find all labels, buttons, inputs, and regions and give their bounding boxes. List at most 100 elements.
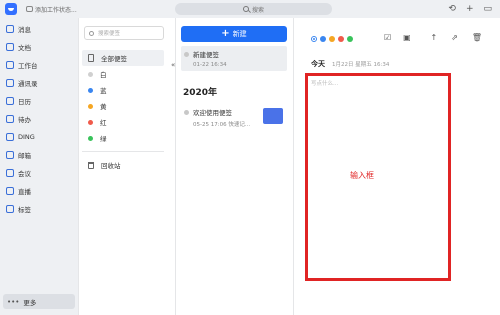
calendar-icon [6,97,14,105]
contacts-icon [6,79,14,87]
category-red[interactable]: 红 [82,114,164,130]
nav-label: 日历 [18,98,31,106]
nav-label: 标签 [18,206,31,214]
category-label: 红 [100,119,107,127]
color-dot-icon [88,135,93,141]
color-dot-icon [184,109,189,115]
nav-label: 工作台 [18,62,38,70]
category-white[interactable]: 白 [82,66,164,82]
nav-label: 邮箱 [18,152,31,160]
category-label: 回收站 [101,162,121,170]
tag-icon [6,205,14,213]
nav-item-live[interactable]: 直播 [0,182,78,200]
add-icon[interactable]: + [466,2,474,16]
nav-label: 通讯录 [18,80,38,88]
share-icon[interactable]: ⇗ [451,33,458,42]
title-bar: 添加工作状态... 搜索 ⟲ + ▭ [0,0,500,18]
color-option-blue[interactable] [311,36,317,42]
left-navigation: 消息 文档 工作台 通讯录 日历 待办 DING 邮箱 会议 直播 标签 •••… [0,18,78,315]
category-label: 黄 [100,103,107,111]
note-search-placeholder: 搜索便签 [98,31,121,37]
nav-item-ding[interactable]: DING [0,128,78,146]
category-label: 蓝 [100,87,107,95]
checkbox-icon[interactable]: ☑ [384,33,391,42]
app-logo-icon [5,3,17,15]
category-all[interactable]: 全部便签 [82,50,164,66]
history-icon[interactable]: ⟲ [448,2,456,16]
chat-bubble-icon [26,6,33,12]
note-thumbnail [263,108,283,124]
color-option-blue[interactable] [320,36,326,42]
ding-icon [6,133,14,141]
plus-icon: + [221,28,230,39]
color-dot-icon [88,87,93,93]
nav-item-calendar[interactable]: 日历 [0,92,78,110]
nav-more-button[interactable]: ••• 更多 [3,294,75,309]
color-picker [311,36,353,42]
new-note-button[interactable]: + 新建 [181,26,287,42]
year-heading: 2020年 [183,88,218,98]
category-trash[interactable]: 回收站 [82,157,164,173]
date-text: 1月22日 星期五 16:34 [332,62,390,68]
color-option-green[interactable] [347,36,353,42]
global-search-input[interactable]: 搜索 [175,3,332,15]
category-blue[interactable]: 蓝 [82,82,164,98]
color-dot-icon [88,119,93,125]
more-icon: ••• [7,297,20,306]
category-green[interactable]: 绿 [82,130,164,146]
note-meta: 01-22 16:34 [193,62,227,68]
nav-label: 待办 [18,116,31,124]
nav-label: 消息 [18,26,31,34]
note-editor: ☑ ▣ ↑ ⇗ 🗑 今天 1月22日 星期五 16:34 写点什么... 输入框 [293,18,500,315]
note-title: 欢迎使用便签 [193,109,232,117]
todo-icon [6,115,14,123]
nav-item-tags[interactable]: 标签 [0,200,78,218]
color-option-yellow[interactable] [329,36,335,42]
nav-label: 会议 [18,170,31,178]
new-note-label: 新建 [232,30,247,38]
nav-item-docs[interactable]: 文档 [0,38,78,56]
workbench-icon [6,61,14,69]
nav-item-meeting[interactable]: 会议 [0,164,78,182]
note-item[interactable]: 欢迎使用便签 05-25 17:06 快速记... [181,104,287,134]
category-label: 全部便签 [101,55,127,63]
note-content-input[interactable]: 写点什么... 输入框 [305,73,451,281]
note-item[interactable]: 新建便签 01-22 16:34 [181,46,287,71]
image-icon[interactable]: ▣ [403,33,411,42]
color-dot-icon [88,71,93,77]
date-today: 今天 [311,60,325,68]
category-label: 绿 [100,135,107,143]
nav-item-mail[interactable]: 邮箱 [0,146,78,164]
category-yellow[interactable]: 黄 [82,98,164,114]
annotation-label: 输入框 [350,171,374,180]
notes-icon [88,54,94,62]
nav-label: 直播 [18,188,31,196]
trash-icon [88,161,94,169]
note-title: 新建便签 [193,51,219,59]
notes-list-panel: + 新建 新建便签 01-22 16:34 2020年 欢迎使用便签 05-25… [175,18,293,315]
meeting-icon [6,169,14,177]
note-search-input[interactable]: 搜索便签 [84,26,164,40]
nav-label: 文档 [18,44,31,52]
nav-label: DING [18,133,35,141]
color-option-red[interactable] [338,36,344,42]
document-icon [6,43,14,51]
search-icon [89,30,94,36]
pin-top-icon[interactable]: ↑ [430,33,437,42]
nav-item-todo[interactable]: 待办 [0,110,78,128]
nav-item-contacts[interactable]: 通讯录 [0,74,78,92]
mail-icon [6,151,14,159]
window-control-icon[interactable]: ▭ [483,2,492,16]
status-text: 添加工作状态... [35,6,77,14]
divider [82,151,164,152]
category-panel: 搜索便签 « 全部便签 白 蓝 黄 红 绿 回收站 [78,18,175,315]
status-button[interactable]: 添加工作状态... [26,3,77,15]
nav-more-label: 更多 [23,298,37,307]
color-dot-icon [184,51,189,57]
live-icon [6,187,14,195]
nav-item-workbench[interactable]: 工作台 [0,56,78,74]
delete-icon[interactable]: 🗑 [472,33,482,42]
category-label: 白 [100,71,107,79]
nav-item-messages[interactable]: 消息 [0,20,78,38]
search-label: 搜索 [251,6,264,14]
